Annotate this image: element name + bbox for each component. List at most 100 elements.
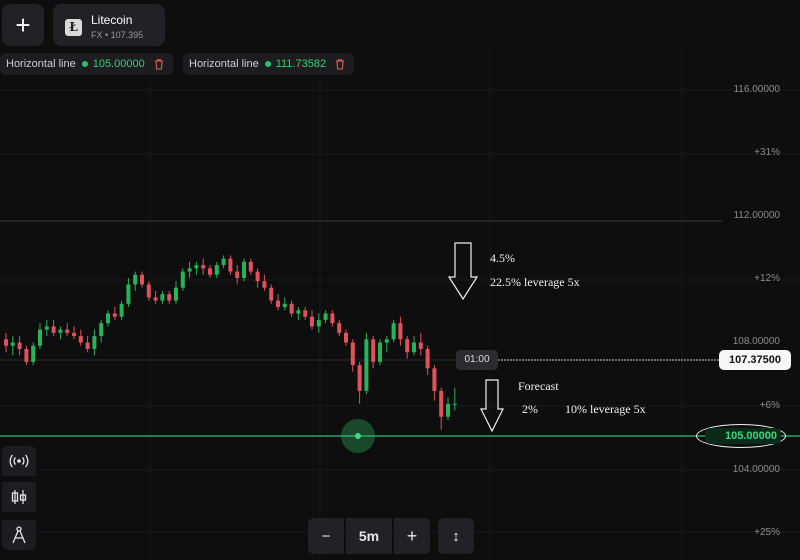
annotation-upper-pct: 4.5% xyxy=(490,251,515,265)
drawing-tools-button[interactable] xyxy=(2,520,36,550)
auto-scale-button[interactable]: ↕ xyxy=(438,518,474,554)
active-line-label[interactable]: 105.00000 xyxy=(696,424,786,448)
zoom-in-button[interactable]: + xyxy=(394,518,430,554)
candle-body xyxy=(214,265,219,275)
candle-body xyxy=(194,265,199,269)
candle-body xyxy=(17,342,22,349)
candle-body xyxy=(119,303,124,317)
annotation-lower-leverage: 10% leverage 5x xyxy=(565,402,646,416)
candle-body xyxy=(174,287,178,301)
y-axis-label: +31% xyxy=(754,147,780,158)
candle-body xyxy=(391,323,396,340)
candle-body xyxy=(78,336,83,343)
candle-body xyxy=(133,274,138,285)
candle-body xyxy=(112,313,117,317)
chip-label: Horizontal line xyxy=(6,58,76,70)
current-price-label: 107.37500 xyxy=(719,350,791,370)
y-axis-label: +25% xyxy=(754,527,780,538)
candle-body xyxy=(432,368,437,391)
vertical-arrows-icon: ↕ xyxy=(452,527,460,545)
add-chart-button[interactable]: + xyxy=(2,4,44,46)
line-drag-handle[interactable] xyxy=(341,419,375,453)
candle-body xyxy=(167,294,172,301)
green-dot-icon xyxy=(81,61,88,67)
candle-body xyxy=(10,342,15,346)
candle-body xyxy=(344,332,348,343)
chip-value: 105.00000 xyxy=(92,58,145,70)
y-axis-label: 116.00000 xyxy=(733,84,780,95)
candle-body xyxy=(126,284,131,304)
chart-type-button[interactable] xyxy=(2,482,36,512)
candle-body xyxy=(296,310,301,314)
active-line-value: 105.00000 xyxy=(705,428,781,444)
y-axis-label: +6% xyxy=(759,400,780,411)
candle-body xyxy=(439,390,444,417)
candle-body xyxy=(38,329,42,346)
candle-body xyxy=(255,271,260,282)
candle-body xyxy=(221,258,226,266)
asset-name: Litecoin xyxy=(91,13,133,27)
candle-body xyxy=(425,348,430,369)
candle-body xyxy=(357,365,362,391)
price-chart[interactable] xyxy=(0,0,800,560)
candle-body xyxy=(85,342,90,349)
candle-body xyxy=(92,336,97,349)
handle-dot xyxy=(355,433,361,439)
candle-body xyxy=(153,297,158,301)
broadcast-icon xyxy=(9,454,29,468)
candlestick-series xyxy=(4,255,457,430)
candle-body xyxy=(446,403,450,417)
plus-icon: + xyxy=(406,525,418,546)
candle-body xyxy=(72,332,76,337)
timeframe-selector[interactable]: 5m xyxy=(346,518,392,554)
candle-body xyxy=(384,339,389,343)
chip-label: Horizontal line xyxy=(189,58,259,70)
candle-body xyxy=(51,326,56,333)
candle-body xyxy=(235,271,240,278)
candle-body xyxy=(310,316,314,327)
candle-body xyxy=(350,342,355,366)
annotation-upper-leverage: 22.5% leverage 5x xyxy=(490,275,580,289)
green-dot-icon xyxy=(264,61,271,67)
candle-body xyxy=(276,300,280,308)
candle-body xyxy=(289,303,294,314)
candle-body xyxy=(140,274,144,285)
zoom-out-button[interactable]: − xyxy=(308,518,344,554)
candle-body xyxy=(303,310,308,317)
candle-body xyxy=(398,323,403,340)
horizontal-line-chip-1[interactable]: Horizontal line 105.00000 xyxy=(0,53,173,75)
candle-body xyxy=(262,281,267,288)
candle-body xyxy=(44,326,49,330)
candle-body xyxy=(146,284,151,298)
y-axis-label: 112.00000 xyxy=(733,210,780,221)
litecoin-icon: Ł xyxy=(65,19,82,36)
candle-body xyxy=(405,339,410,353)
candle-body xyxy=(316,319,321,327)
asset-selector[interactable]: Ł Litecoin FX • 107.395 xyxy=(53,4,165,46)
candle-body xyxy=(201,265,206,269)
asset-subtitle: FX • 107.395 xyxy=(91,30,144,40)
candle-body xyxy=(452,403,457,405)
minus-icon: − xyxy=(321,527,331,545)
candles-icon xyxy=(11,490,27,504)
candle-body xyxy=(31,345,36,362)
candle-body xyxy=(187,268,192,272)
candle-body xyxy=(418,342,423,349)
candle-body xyxy=(58,329,63,333)
candle-body xyxy=(4,339,8,346)
candle-body xyxy=(208,268,212,275)
timeframe-value: 5m xyxy=(358,528,380,544)
signals-button[interactable] xyxy=(2,446,36,476)
horizontal-line-chip-2[interactable]: Horizontal line 111.73582 xyxy=(183,53,355,75)
candle-body xyxy=(337,323,342,333)
candle-body xyxy=(65,329,70,333)
chip-value: 111.73582 xyxy=(275,58,327,70)
candle-body xyxy=(248,261,253,272)
candle-body xyxy=(269,287,274,301)
candle-body xyxy=(180,271,185,288)
trash-icon[interactable] xyxy=(153,58,165,70)
candle-body xyxy=(99,323,104,337)
candle-body xyxy=(24,348,29,362)
trash-icon[interactable] xyxy=(334,58,346,70)
y-axis-label: 108.00000 xyxy=(732,336,780,347)
